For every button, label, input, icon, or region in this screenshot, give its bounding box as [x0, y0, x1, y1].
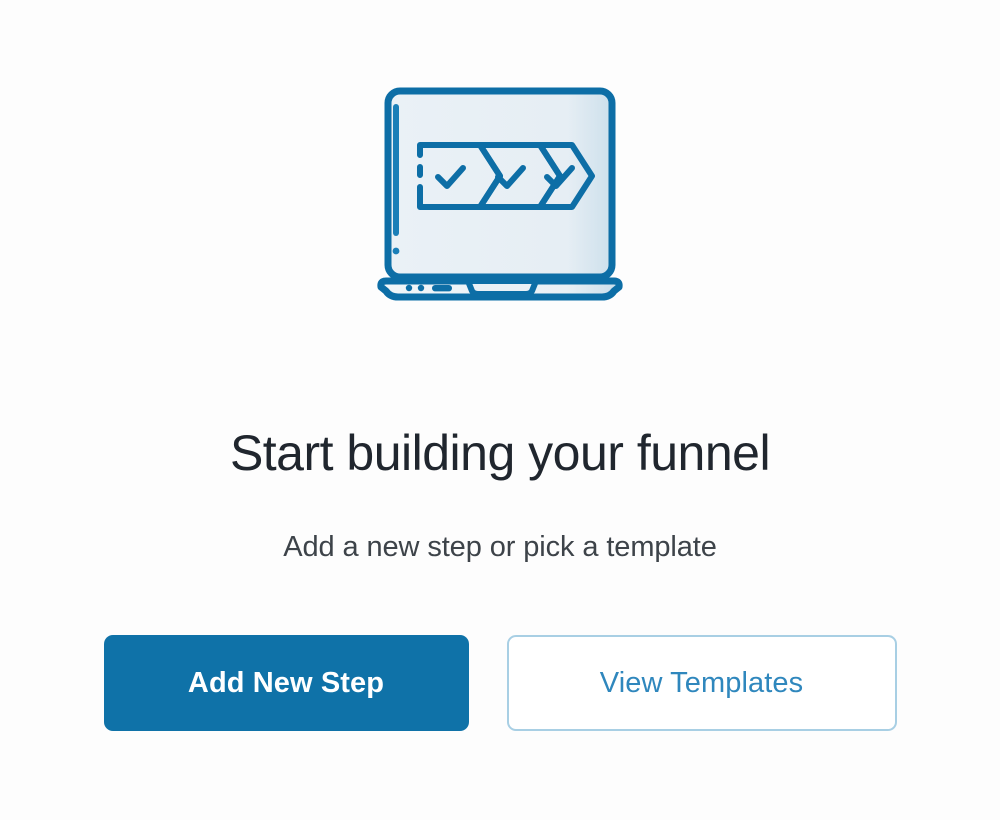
page-title: Start building your funnel — [229, 425, 771, 481]
base-indicator-dot-1 — [405, 284, 413, 292]
laptop-illustration-svg — [377, 87, 623, 301]
base-trackpad-notch — [465, 278, 539, 297]
view-templates-button[interactable]: View Templates — [506, 635, 897, 731]
empty-state-panel: Start building your funnel Add a new ste… — [0, 0, 1000, 820]
laptop-base — [377, 277, 623, 301]
base-indicator-dot-2 — [417, 284, 425, 292]
add-new-step-button[interactable]: Add New Step — [103, 635, 469, 731]
screen-outline — [384, 87, 616, 281]
base-indicator-dash — [432, 285, 452, 292]
funnel-builder-laptop-icon — [370, 85, 630, 315]
action-button-row: Add New Step View Templates — [103, 635, 897, 731]
laptop-screen — [384, 87, 616, 281]
screen-left-accent-dot — [392, 247, 400, 255]
page-subtitle: Add a new step or pick a template — [283, 531, 717, 563]
